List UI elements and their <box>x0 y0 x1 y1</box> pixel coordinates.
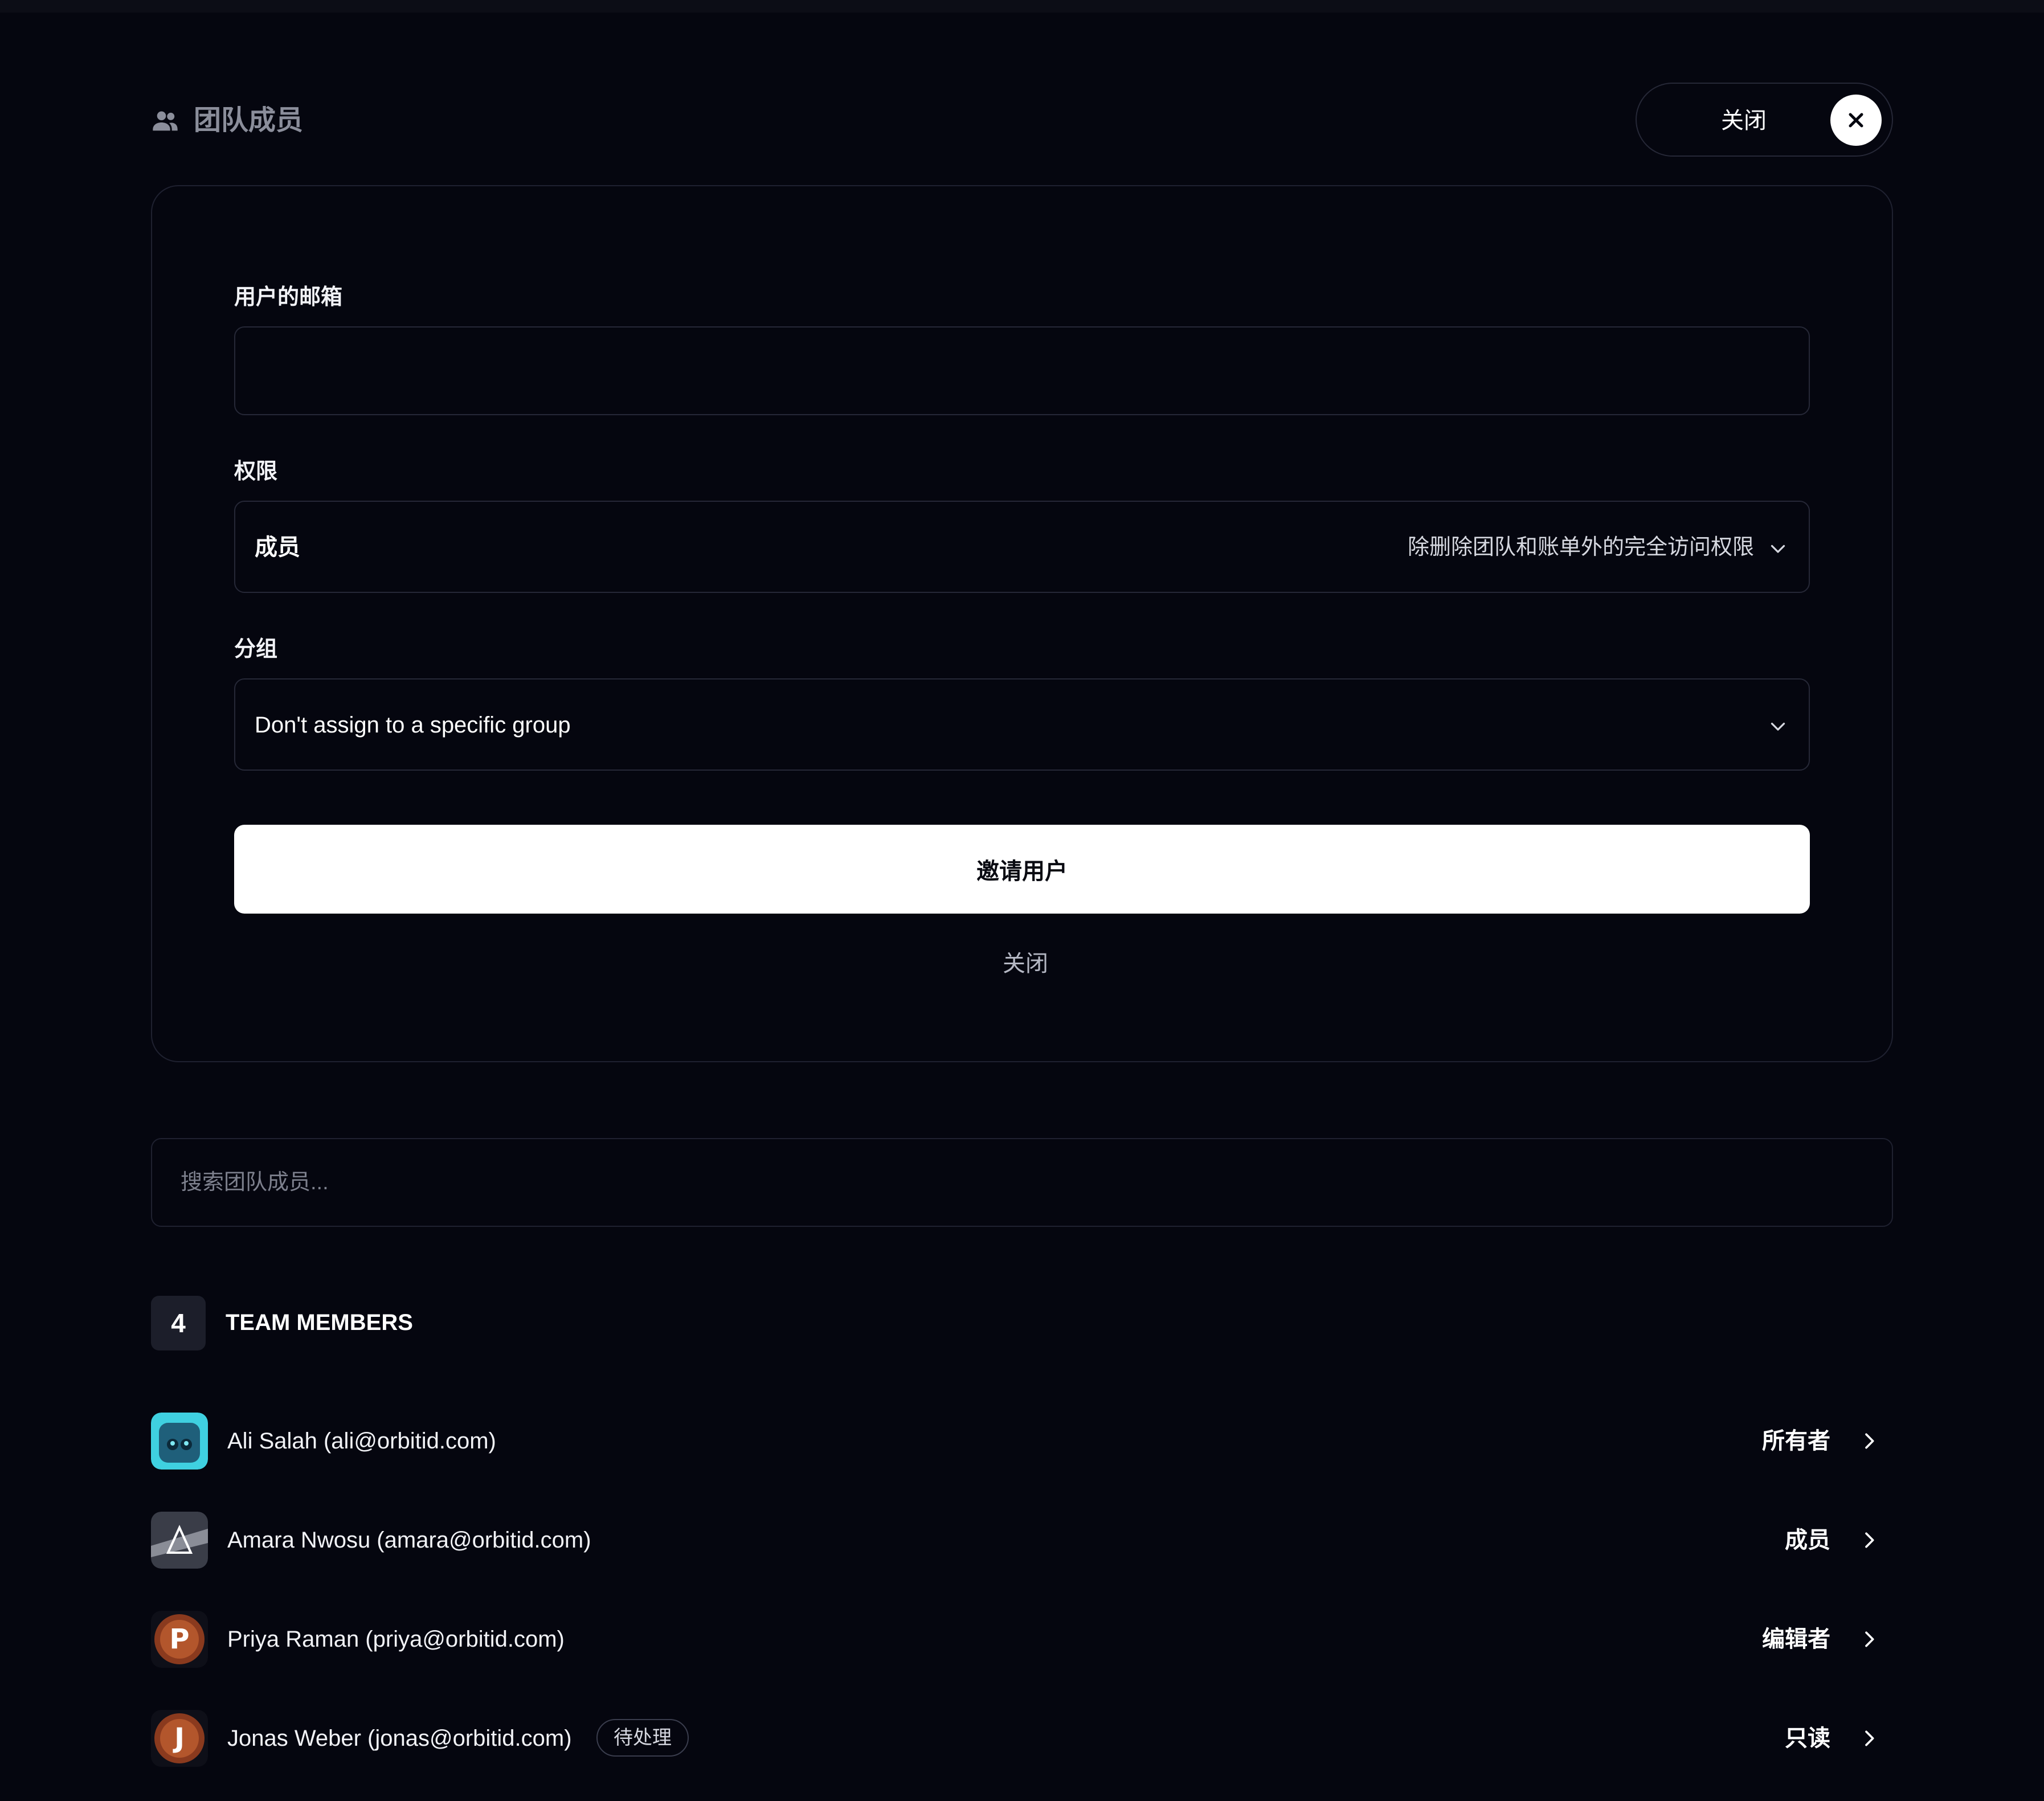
member-search-field[interactable] <box>151 1138 1893 1227</box>
chevron-right-icon <box>1858 1430 1881 1455</box>
page-title: 团队成员 <box>194 105 304 136</box>
email-field[interactable] <box>234 326 1810 415</box>
chevron-down-icon <box>1768 716 1788 739</box>
group-label: 分组 <box>234 637 278 661</box>
member-count-badge: 4 <box>151 1296 206 1350</box>
invite-form-card <box>151 185 1893 1062</box>
member-name: Amara Nwosu (amara@orbitid.com) <box>227 1528 591 1553</box>
member-row-jonas[interactable]: J Jonas Weber (jonas@orbitid.com) 待处理 只读 <box>151 1709 1893 1768</box>
permission-value: 成员 <box>255 535 300 560</box>
member-row-priya[interactable]: P Priya Raman (priya@orbitid.com) 编辑者 <box>151 1610 1893 1669</box>
close-button[interactable]: 关闭 <box>1636 83 1893 157</box>
chevron-down-icon <box>1768 538 1788 562</box>
svg-text:J: J <box>173 1722 185 1754</box>
group-select[interactable]: Don't assign to a specific group <box>234 678 1810 771</box>
cancel-link[interactable]: 关闭 <box>968 947 1082 981</box>
member-search-input[interactable] <box>179 1165 1832 1200</box>
avatar: J <box>151 1710 208 1767</box>
member-row-ali[interactable]: Ali Salah (ali@orbitid.com) 所有者 <box>151 1411 1893 1471</box>
permission-select[interactable]: 成员 除删除团队和账单外的完全访问权限 <box>234 501 1810 593</box>
avatar: P <box>151 1611 208 1668</box>
close-button-label: 关闭 <box>1721 108 1767 133</box>
email-label: 用户的邮箱 <box>234 285 343 309</box>
group-value: Don't assign to a specific group <box>255 713 571 738</box>
svg-text:P: P <box>169 1623 189 1655</box>
permission-description: 除删除团队和账单外的完全访问权限 <box>1407 535 1754 559</box>
permission-label: 权限 <box>234 460 278 484</box>
member-name: Ali Salah (ali@orbitid.com) <box>227 1428 496 1454</box>
section-title: TEAM MEMBERS <box>226 1310 413 1335</box>
window-top-bar <box>0 0 2044 13</box>
avatar <box>151 1413 208 1470</box>
member-role: 成员 <box>1785 1528 1830 1553</box>
avatar <box>151 1512 208 1569</box>
chevron-right-icon <box>1858 1727 1881 1753</box>
member-name: Jonas Weber (jonas@orbitid.com) <box>227 1726 572 1751</box>
pending-badge: 待处理 <box>596 1719 689 1757</box>
chevron-right-icon <box>1858 1628 1881 1653</box>
member-role: 只读 <box>1785 1726 1830 1751</box>
member-role: 所有者 <box>1762 1428 1830 1454</box>
member-name: Priya Raman (priya@orbitid.com) <box>227 1627 565 1652</box>
users-icon <box>150 106 180 136</box>
close-icon[interactable] <box>1830 95 1882 146</box>
invite-user-button[interactable]: 邀请用户 <box>234 825 1810 914</box>
invite-user-button-label: 邀请用户 <box>976 859 1068 884</box>
member-role: 编辑者 <box>1762 1627 1830 1652</box>
email-input[interactable] <box>255 354 1787 388</box>
member-row-amara[interactable]: Amara Nwosu (amara@orbitid.com) 成员 <box>151 1511 1893 1570</box>
chevron-right-icon <box>1858 1529 1881 1554</box>
